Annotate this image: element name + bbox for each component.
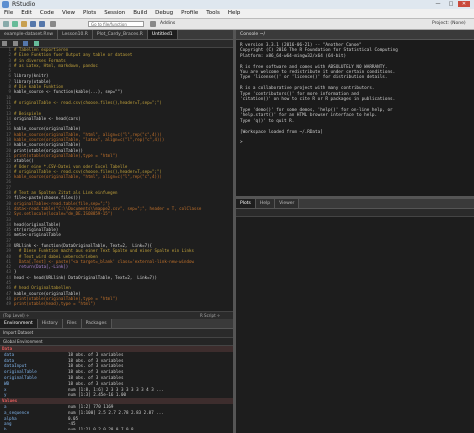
- variable-value: 18 obs. of 3 variables: [68, 357, 124, 363]
- editor-status-bar: (Top Level) ÷ R Script ÷: [0, 311, 233, 319]
- open-folder-icon[interactable]: [21, 21, 27, 27]
- new-project-icon[interactable]: [12, 21, 18, 27]
- main-toolbar: Go to file/function Addins Project: (Non…: [0, 19, 474, 30]
- environment-list: Data data 18 obs. of 3 variables data 18 ob…: [0, 346, 233, 430]
- addins-menu[interactable]: Addins: [160, 20, 175, 28]
- variable-value: num [1:8, 1:6] 2 3 3 3 3 3 3 3 4 3 ...: [68, 386, 164, 392]
- variable-name: b: [4, 427, 7, 430]
- grid-icon[interactable]: [150, 21, 156, 27]
- value-rows: a num [1:2] 770 1169 a_sequence num [1:100]…: [0, 404, 233, 430]
- variable-value: -45: [68, 421, 76, 427]
- tab-help[interactable]: Help: [255, 199, 276, 208]
- menu-session[interactable]: Session: [100, 9, 129, 18]
- menu-profile[interactable]: Profile: [177, 9, 202, 18]
- variable-value: 18 obs. of 3 variables: [68, 374, 124, 380]
- menu-debug[interactable]: Debug: [151, 9, 177, 18]
- save-file-icon[interactable]: [23, 41, 29, 46]
- new-file-icon[interactable]: [3, 21, 9, 27]
- file-type-indicator[interactable]: R Script ÷: [200, 312, 220, 319]
- menu-code[interactable]: Code: [36, 9, 58, 18]
- console-title: Console ~/: [236, 30, 474, 40]
- editor-tab-bar: example-dataset.Rnw Lesson10.R Plot_Cardy_…: [0, 30, 233, 40]
- variable-value: num [1:3] 2.45e-16 1.00: [68, 392, 126, 398]
- tab-viewer[interactable]: Viewer: [275, 199, 300, 208]
- menu-view[interactable]: View: [58, 9, 79, 18]
- tab-history[interactable]: History: [37, 319, 63, 328]
- environment-tab-bar: Environment History Files Packages: [0, 319, 233, 329]
- environment-row[interactable]: b num [1:2] 0.2 0.28 0.7 0.8: [0, 427, 233, 430]
- editor-tab[interactable]: Untitled1: [147, 30, 178, 39]
- menu-edit[interactable]: Edit: [17, 9, 36, 18]
- rstudio-logo-icon: [2, 1, 9, 8]
- editor-tab[interactable]: example-dataset.Rnw: [0, 30, 59, 39]
- plots-toolbar: [236, 209, 474, 217]
- variable-value: 18 obs. of 3 variables: [68, 351, 124, 357]
- environment-pane: Environment History Files Packages Import D…: [0, 319, 233, 433]
- back-arrow-icon[interactable]: [2, 41, 7, 46]
- editor-tab[interactable]: Plot_Cardy_Braces.R: [92, 30, 148, 39]
- environment-toolbar: Import Dataset: [0, 329, 233, 338]
- variable-value: num [1:100] 2.5 2.7 2.78 2.83 2.87 ...: [68, 409, 164, 415]
- console-line: >: [240, 140, 243, 146]
- tab-environment[interactable]: Environment: [0, 319, 38, 328]
- data-rows: data 18 obs. of 3 variables data 18 obs. of…: [0, 352, 233, 398]
- tab-files[interactable]: Files: [62, 319, 82, 328]
- line-number: 49: [6, 301, 11, 307]
- source-editor: example-dataset.Rnw Lesson10.R Plot_Cardy_…: [0, 30, 233, 319]
- line-numbers: 1 2 3 4 5 6 7 8 9 10 11 12 13 14 15 16 17 18 19 20 21 22 23 24 2…: [0, 47, 11, 307]
- close-button[interactable]: ✕: [458, 1, 470, 7]
- scope-selector[interactable]: Global Environment: [0, 338, 233, 346]
- scope-indicator[interactable]: (Top Level) ÷: [3, 312, 29, 319]
- variable-value: 18 obs. of 3 variables: [68, 369, 124, 375]
- window-title: RStudio: [12, 1, 36, 8]
- code-area[interactable]: 1 2 3 4 5 6 7 8 9 10 11 12 13 14 15 16 17 18 19 20 21 22 23 24 2…: [0, 47, 233, 312]
- menu-plots[interactable]: Plots: [79, 9, 100, 18]
- minimize-button[interactable]: —: [432, 1, 444, 7]
- code-line: print(xtable(head),type = "html"): [14, 301, 96, 307]
- variable-value: 18 obs. of 3 variables: [68, 380, 124, 386]
- run-icon[interactable]: [33, 41, 39, 46]
- tab-packages[interactable]: Packages: [81, 319, 112, 328]
- code-lines: # Tabellen exportieren # Eine Funktion fu…: [14, 47, 233, 307]
- goto-file-input[interactable]: Go to file/function: [88, 21, 144, 27]
- console-pane: Console ~/ R version 3.3.1 (2016-06-21) …: [236, 30, 474, 196]
- viewer-tab-bar: Plots Help Viewer: [236, 199, 474, 209]
- variable-value: 18 obs. of 3 variables: [68, 363, 124, 369]
- tab-plots[interactable]: Plots: [236, 199, 256, 208]
- menu-bar: File Edit Code View Plots Session Build Debug Pr…: [0, 9, 474, 19]
- save-all-icon[interactable]: [39, 21, 45, 27]
- forward-arrow-icon[interactable]: [12, 41, 18, 46]
- menu-tools[interactable]: Tools: [202, 9, 224, 18]
- menu-help[interactable]: Help: [224, 9, 245, 18]
- maximize-button[interactable]: □: [445, 1, 457, 7]
- save-icon[interactable]: [30, 21, 36, 27]
- variable-value: num [1:2] 770 1169: [68, 403, 114, 409]
- console-output[interactable]: R version 3.3.1 (2016-06-21) -- "Another…: [236, 40, 474, 149]
- menu-build[interactable]: Build: [129, 9, 151, 18]
- print-icon[interactable]: [50, 21, 56, 27]
- import-dataset-button[interactable]: Import Dataset: [0, 329, 36, 337]
- plots-pane: Plots Help Viewer: [236, 199, 474, 433]
- menu-file[interactable]: File: [0, 9, 17, 18]
- variable-value: num [1:2] 0.2 0.28 0.7 0.8: [68, 427, 134, 430]
- variable-value: 0.05: [68, 415, 79, 421]
- project-menu[interactable]: Project: (None): [432, 20, 466, 28]
- editor-tab[interactable]: Lesson10.R: [58, 30, 93, 39]
